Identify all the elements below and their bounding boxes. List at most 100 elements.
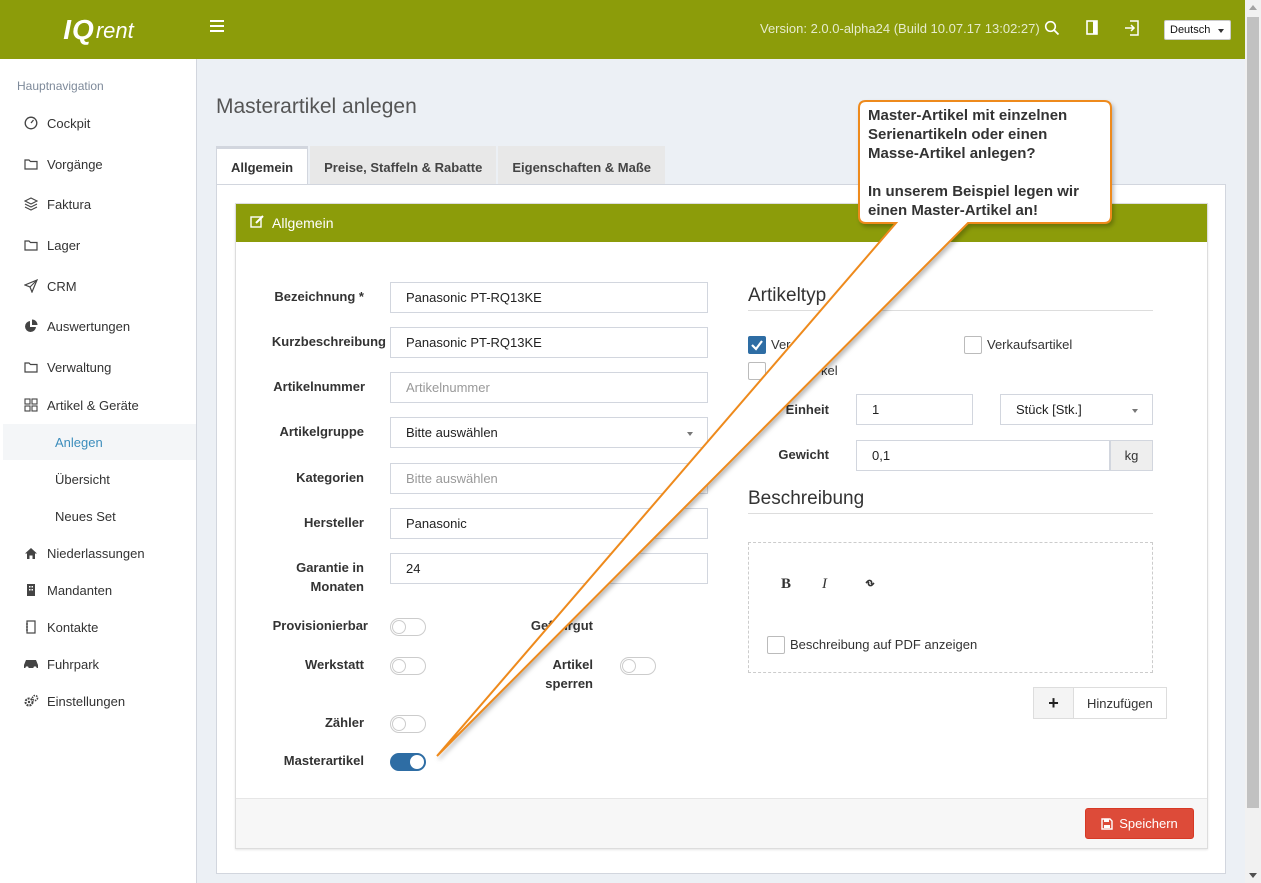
einheit-unit-select[interactable]: Stück [Stk.]: [1000, 394, 1153, 425]
panel-icon[interactable]: [1081, 16, 1103, 40]
scroll-down-arrow-icon[interactable]: [1249, 873, 1257, 878]
sidebar-item-label: Mandanten: [47, 582, 113, 598]
bezeichnung-label: Bezeichnung *: [274, 289, 364, 304]
gauge-icon: [23, 115, 39, 131]
search-icon[interactable]: [1041, 16, 1063, 40]
sidebar-item-mandanten[interactable]: Mandanten: [0, 572, 196, 608]
sidebar-item-verwaltung[interactable]: Verwaltung: [0, 349, 196, 385]
sidebar-item-label: Lager: [47, 237, 81, 253]
floppy-disk-icon: [1101, 817, 1113, 830]
einheit-input[interactable]: 1: [856, 394, 973, 425]
artikelgruppe-value: Bitte auswählen: [406, 425, 498, 440]
bold-button[interactable]: B: [781, 576, 791, 593]
language-select[interactable]: Deutsch: [1164, 20, 1231, 40]
link-icon[interactable]: [863, 576, 877, 595]
hersteller-value: Panasonic: [406, 516, 467, 531]
verkaufsartikel-checkbox[interactable]: [964, 336, 982, 354]
verkaufsartikel-label: Verkaufsartikel: [987, 337, 1073, 352]
artikelnummer-input[interactable]: Artikelnummer: [390, 372, 708, 403]
tab-allgemein[interactable]: Allgemein: [216, 146, 309, 185]
menu-toggle-icon[interactable]: [210, 20, 224, 34]
sidebar-subitem-neues-set[interactable]: Neues Set: [3, 498, 196, 534]
masterartikel-toggle[interactable]: [390, 753, 426, 771]
callout-text: Master-Artikel mit einzelnen Serienartike…: [868, 107, 1079, 219]
building-icon: [23, 582, 39, 598]
artikeltyp-divider: [748, 310, 1153, 311]
provisionierbar-label: Provisionierbar: [272, 618, 368, 633]
hersteller-label: Hersteller: [304, 515, 364, 530]
pie-chart-icon: [23, 318, 39, 334]
artikelgruppe-label: Artikelgruppe: [279, 424, 364, 439]
bezeichnung-input[interactable]: Panasonic PT-RQ13KE: [390, 282, 708, 313]
sidebar-item-label: Auswertungen: [47, 318, 131, 334]
sidebar-subitem-uebersicht[interactable]: Übersicht: [3, 461, 196, 497]
version-text: Version: 2.0.0-alpha24 (Build 10.07.17 1…: [760, 21, 1040, 36]
hersteller-input[interactable]: Panasonic: [390, 508, 708, 539]
folder-icon: [23, 359, 39, 375]
artikel-sperren-toggle[interactable]: [620, 657, 656, 675]
sidebar-item-label: CRM: [47, 278, 77, 294]
panel-allgemein: Allgemein: [235, 203, 1208, 849]
sidebar-item-vorgaenge[interactable]: Vorgänge: [0, 146, 196, 182]
einheit-label: Einheit: [785, 402, 829, 417]
toggle-knob: [392, 717, 406, 731]
sidebar-item-label: Vorgänge: [47, 156, 103, 172]
sidebar-item-label: Niederlassungen: [47, 545, 145, 561]
scroll-up-arrow-icon[interactable]: [1249, 5, 1257, 10]
provisionierbar-toggle[interactable]: [390, 618, 426, 636]
logo-text-rent: rent: [95, 18, 134, 43]
artikelnummer-placeholder: Artikelnummer: [406, 380, 490, 395]
beschreibung-title: Beschreibung: [748, 488, 865, 509]
kategorien-select[interactable]: Bitte auswählen: [390, 463, 708, 494]
tab-preise-staffeln-rabatte[interactable]: Preise, Staffeln & Rabatte: [310, 146, 497, 185]
sidebar-item-label: Einstellungen: [47, 693, 126, 709]
sidebar-subitem-label: Übersicht: [55, 471, 110, 487]
panel-title: Allgemein: [272, 215, 334, 231]
sidebar-item-crm[interactable]: CRM: [0, 268, 196, 304]
description-editor[interactable]: [748, 542, 1153, 673]
garantie-value: 24: [406, 561, 421, 576]
paper-plane-icon: [23, 278, 39, 294]
tab-eigenschaften-masse[interactable]: Eigenschaften & Maße: [498, 146, 666, 185]
sidebar-item-auswertungen[interactable]: Auswertungen: [0, 308, 196, 344]
logout-icon[interactable]: [1121, 16, 1143, 40]
gefahrgut-label: Gefahrgut: [530, 618, 593, 633]
language-select-value: Deutsch: [1170, 24, 1211, 36]
sidebar-item-kontakte[interactable]: Kontakte: [0, 609, 196, 645]
app-logo[interactable]: IQ rent: [0, 0, 197, 59]
werkstatt-toggle[interactable]: [390, 657, 426, 675]
kurzbeschreibung-value: Panasonic PT-RQ13KE: [406, 335, 542, 350]
sidebar-item-einstellungen[interactable]: Einstellungen: [0, 683, 196, 719]
artikeltyp-title: Artikeltyp: [748, 285, 827, 306]
artikeltyp-checkbox-3[interactable]: [748, 362, 766, 380]
add-button[interactable]: + Hinzufügen: [1033, 687, 1167, 719]
pdf-description-checkbox[interactable]: [767, 636, 785, 654]
sidebar-subitem-anlegen[interactable]: Anlegen: [3, 424, 196, 460]
italic-button[interactable]: I: [822, 576, 827, 593]
folder-icon: [23, 156, 39, 172]
gewicht-input[interactable]: 0,1: [856, 440, 1110, 471]
sidebar-item-label: Kontakte: [47, 619, 99, 635]
zaehler-label: Zähler: [324, 715, 364, 730]
gewicht-value: 0,1: [872, 448, 891, 463]
kurzbeschreibung-input[interactable]: Panasonic PT-RQ13KE: [390, 327, 708, 358]
sidebar-item-fuhrpark[interactable]: Fuhrpark: [0, 646, 196, 682]
zaehler-toggle[interactable]: [390, 715, 426, 733]
sidebar-item-faktura[interactable]: Faktura: [0, 186, 196, 222]
page-scrollbar[interactable]: [1245, 0, 1261, 883]
garantie-input[interactable]: 24: [390, 553, 708, 584]
kategorien-placeholder: Bitte auswählen: [406, 471, 498, 486]
save-button[interactable]: Speichern: [1085, 808, 1194, 839]
sidebar-item-label: Artikel & Geräte: [47, 397, 139, 413]
einheit-unit-value: Stück [Stk.]: [1016, 402, 1082, 417]
chevron-down-icon: [1218, 29, 1224, 33]
artikelgruppe-select[interactable]: Bitte auswählen: [390, 417, 708, 448]
sidebar-item-cockpit[interactable]: Cockpit: [0, 105, 196, 141]
add-button-label: Hinzufügen: [1087, 695, 1153, 711]
sidebar-item-lager[interactable]: Lager: [0, 227, 196, 263]
scrollbar-thumb[interactable]: [1247, 17, 1259, 808]
sidebar-item-niederlassungen[interactable]: Niederlassungen: [0, 535, 196, 571]
artikeltyp-checkbox-1[interactable]: [748, 336, 766, 354]
sidebar-item-artikel-geraete[interactable]: Artikel & Geräte: [0, 387, 196, 423]
artikeltyp-checkbox-1-label: Ver: [771, 337, 791, 352]
